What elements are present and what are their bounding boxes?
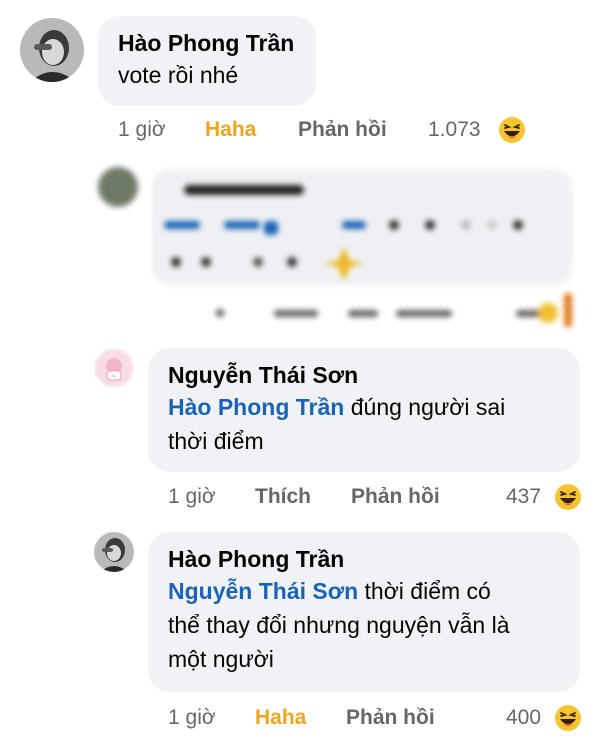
comment-text: vote rồi nhé [118,62,239,88]
haha-emoji-icon [555,705,581,731]
comment-text: Nguyễn Thái Sơn thời điểm có [168,578,491,604]
comment-actions: 1 giờ Haha Phản hồi 400 [168,701,588,735]
reply-button[interactable]: Phản hồi [298,113,387,147]
comment-text-line: một người [168,646,274,672]
avatar[interactable] [94,532,134,572]
comment-bubble: Nguyễn Thái Sơn Hào Phong Trần đúng ngườ… [148,348,580,472]
comment-time[interactable]: 1 giờ [168,701,216,735]
haha-emoji-icon [555,484,581,510]
reaction-count[interactable]: 400 [506,701,541,735]
comment-text-line: thể thay đổi nhưng nguyện vẫn là [168,612,510,638]
comment-text-line: thời điểm [168,428,264,454]
comment-actions: 1 giờ Haha Phản hồi 1.073 [118,113,578,147]
haha-emoji-icon [499,117,525,143]
reply-button[interactable]: Phản hồi [351,480,440,514]
like-button[interactable]: Thích [255,480,311,514]
comment-text: Hào Phong Trần đúng người sai [168,394,506,420]
svg-text:~: ~ [111,373,116,380]
reaction-button[interactable]: Haha [255,701,306,735]
reaction-count[interactable]: 1.073 [428,113,481,147]
comment-bubble: Hào Phong Trần vote rồi nhé [98,16,316,106]
comment-time[interactable]: 1 giờ [118,113,166,147]
comment-actions: 1 giờ Thích Phản hồi 437 [168,480,588,514]
mention-link[interactable]: Nguyễn Thái Sơn [168,578,358,604]
mention-link[interactable]: Hào Phong Trần [168,394,344,420]
reaction-count[interactable]: 437 [506,480,541,514]
reaction-button[interactable]: Haha [205,113,256,147]
avatar[interactable]: ~ [94,348,134,388]
blurred-comment [96,165,586,335]
comment-thread: Hào Phong Trần vote rồi nhé 1 giờ Haha P… [0,0,600,744]
comment-author[interactable]: Nguyễn Thái Sơn [168,360,580,390]
comment-bubble: Hào Phong Trần Nguyễn Thái Sơn thời điểm… [148,532,580,692]
comment-author[interactable]: Hào Phong Trần [168,544,580,574]
comment-time[interactable]: 1 giờ [168,480,216,514]
avatar[interactable] [20,18,84,82]
reply-button[interactable]: Phản hồi [346,701,435,735]
comment-author[interactable]: Hào Phong Trần [118,28,316,58]
